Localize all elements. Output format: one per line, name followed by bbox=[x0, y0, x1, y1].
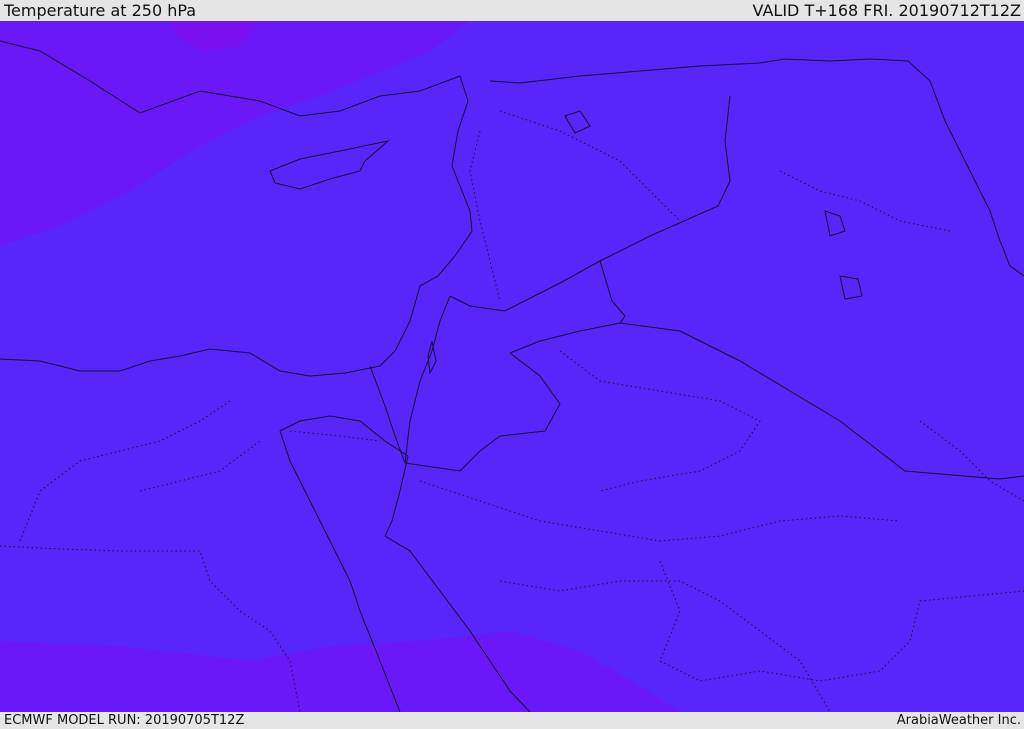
map-figure: Temperature at 250 hPa VALID T+168 FRI. … bbox=[0, 0, 1024, 729]
credit-text: ArabiaWeather Inc. bbox=[896, 713, 1021, 728]
map-title: Temperature at 250 hPa bbox=[4, 1, 197, 20]
map-canvas bbox=[0, 21, 1024, 712]
valid-time: VALID T+168 FRI. 20190712T12Z bbox=[752, 1, 1021, 20]
footer-bar: ECMWF MODEL RUN: 20190705T12Z ArabiaWeat… bbox=[0, 712, 1024, 729]
header-bar: Temperature at 250 hPa VALID T+168 FRI. … bbox=[0, 0, 1024, 21]
temperature-map bbox=[0, 21, 1024, 712]
model-run: ECMWF MODEL RUN: 20190705T12Z bbox=[4, 713, 245, 728]
